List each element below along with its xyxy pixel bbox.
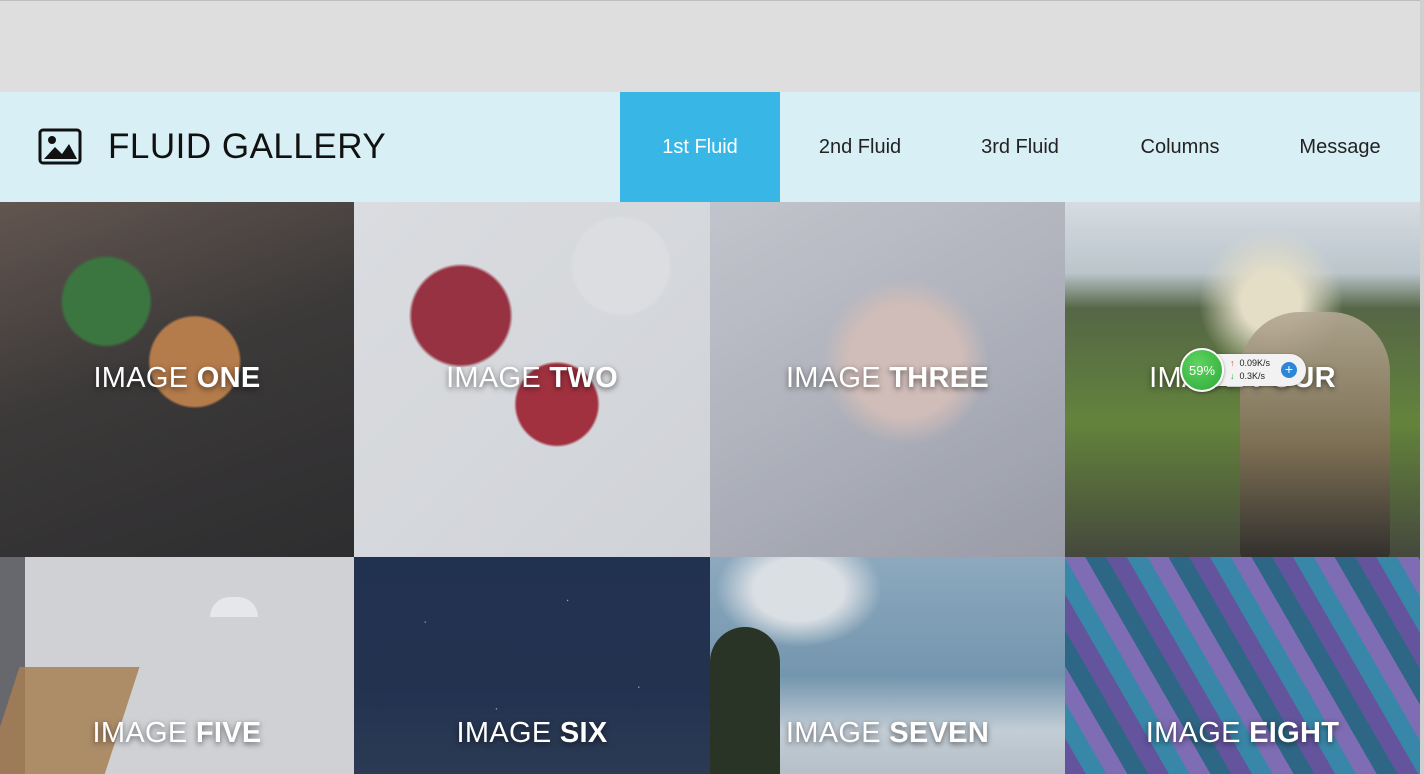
gallery-tile-8[interactable]: IMAGE EIGHT — [1065, 557, 1420, 774]
caption-prefix: IMAGE — [785, 362, 881, 394]
gallery-tile-5[interactable]: IMAGE FIVE — [0, 557, 354, 774]
tile-caption: IMAGE SEVEN — [710, 717, 1065, 750]
nav-item-message[interactable]: Message — [1260, 92, 1420, 202]
caption-word: THREE — [889, 362, 990, 394]
gallery-tile-6[interactable]: IMAGE SIX — [354, 557, 710, 774]
gallery-grid: IMAGE ONE IMAGE TWO IMAGE THREE IMAGE FO… — [0, 202, 1420, 774]
caption-word: EIGHT — [1249, 717, 1340, 749]
nav-item-2nd-fluid[interactable]: 2nd Fluid — [780, 92, 940, 202]
caption-word: ONE — [196, 362, 261, 394]
caption-prefix: IMAGE — [92, 717, 188, 749]
arrow-down-icon: ↓ — [1230, 371, 1235, 381]
tile-caption: IMAGE THREE — [710, 362, 1065, 395]
plus-icon[interactable]: + — [1281, 362, 1297, 378]
caption-word: TWO — [549, 362, 618, 394]
site-header: FLUID GALLERY 1st Fluid 2nd Fluid 3rd Fl… — [0, 92, 1420, 202]
download-rate-row: ↓ 0.3K/s — [1230, 370, 1270, 383]
caption-word: SIX — [559, 717, 608, 749]
tile-caption: IMAGE ONE — [0, 362, 354, 395]
nav-item-1st-fluid[interactable]: 1st Fluid — [620, 92, 780, 202]
speed-rates: ↑ 0.09K/s ↓ 0.3K/s — [1230, 357, 1270, 383]
page-scrollbar[interactable] — [1420, 0, 1424, 774]
tile-caption: IMAGE FIVE — [0, 717, 354, 750]
speed-percent-badge[interactable]: 59% — [1180, 348, 1224, 392]
tile-caption: IMAGE TWO — [354, 362, 710, 395]
gallery-tile-2[interactable]: IMAGE TWO — [354, 202, 710, 557]
caption-word: SEVEN — [889, 717, 990, 749]
caption-prefix: IMAGE — [93, 362, 189, 394]
gallery-tile-1[interactable]: IMAGE ONE — [0, 202, 354, 557]
main-nav: 1st Fluid 2nd Fluid 3rd Fluid Columns Me… — [620, 92, 1420, 202]
tile-caption: IMAGE SIX — [354, 717, 710, 750]
tile-caption: IMAGE EIGHT — [1065, 717, 1420, 750]
network-speed-widget[interactable]: 59% ↑ 0.09K/s ↓ 0.3K/s + — [1180, 348, 1306, 392]
arrow-up-icon: ↑ — [1230, 358, 1235, 368]
caption-prefix: IMAGE — [785, 717, 881, 749]
caption-prefix: IMAGE — [1145, 717, 1241, 749]
caption-prefix: IMAGE — [446, 362, 542, 394]
gallery-tile-3[interactable]: IMAGE THREE — [710, 202, 1065, 557]
caption-prefix: IMAGE — [456, 717, 552, 749]
upload-rate: 0.09K/s — [1239, 358, 1271, 368]
upload-rate-row: ↑ 0.09K/s — [1230, 357, 1270, 370]
browser-toolbar-area — [0, 0, 1424, 92]
image-icon[interactable] — [38, 128, 82, 165]
caption-word: FIVE — [195, 717, 262, 749]
download-rate: 0.3K/s — [1239, 371, 1266, 381]
nav-item-columns[interactable]: Columns — [1100, 92, 1260, 202]
site-title[interactable]: FLUID GALLERY — [108, 127, 386, 167]
nav-item-3rd-fluid[interactable]: 3rd Fluid — [940, 92, 1100, 202]
gallery-tile-7[interactable]: IMAGE SEVEN — [710, 557, 1065, 774]
